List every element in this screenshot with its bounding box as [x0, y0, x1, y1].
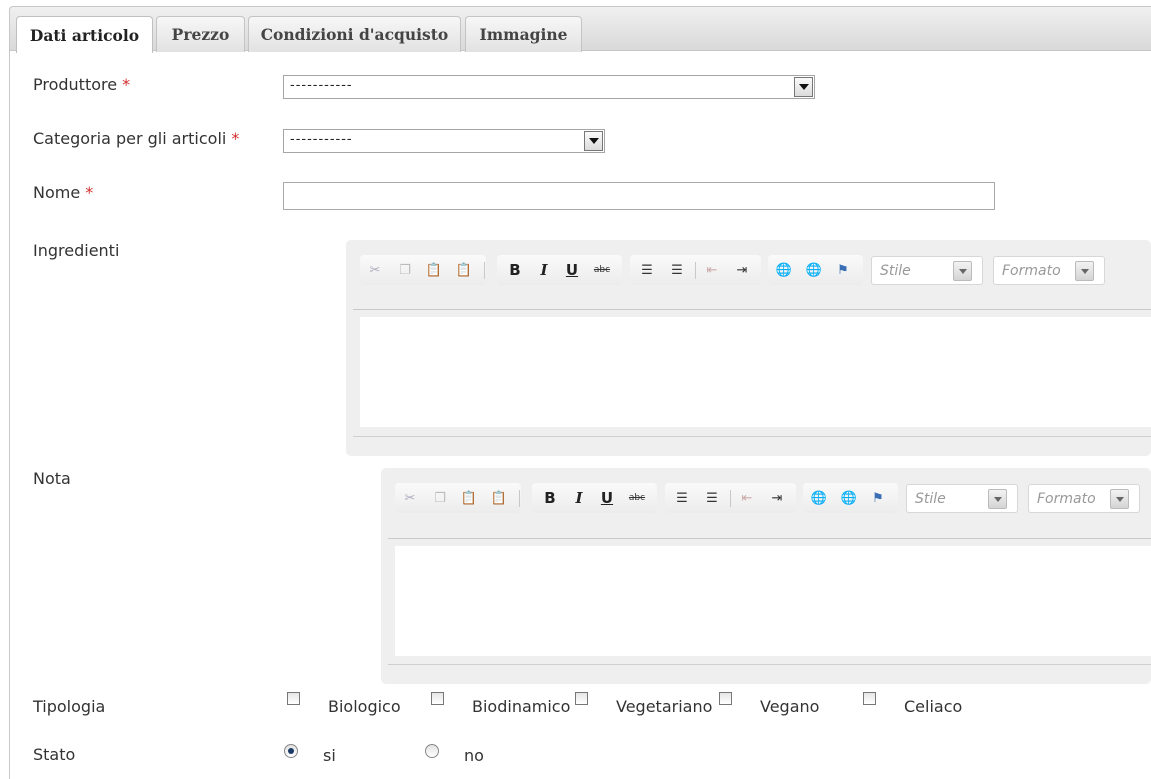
indent-icon[interactable]: ⇥ [731, 260, 753, 280]
underline-icon[interactable]: U [561, 260, 583, 280]
option-label: no [464, 746, 484, 765]
nome-label: Nome * [33, 183, 94, 202]
option-label: Vegano [760, 697, 820, 716]
nota-editor: ✂ ❐ 📋 📋 B I U abc ☰ ☰ ⇤ ⇥ 🌐 🌐 ⚑ Stile Fo… [381, 468, 1151, 684]
paste-word-icon[interactable]: 📋 [453, 260, 475, 280]
italic-icon[interactable]: I [568, 488, 590, 508]
required-marker: * [231, 129, 240, 148]
nome-input[interactable] [283, 182, 995, 210]
clipboard-group: ✂ ❐ 📋 📋 [360, 255, 486, 285]
toolbar-separator [695, 262, 696, 279]
chevron-down-icon[interactable] [1075, 261, 1094, 281]
underline-icon[interactable]: U [596, 488, 618, 508]
tab-prezzo[interactable]: Prezzo [156, 16, 245, 52]
editor-divider [353, 309, 1151, 310]
chevron-down-icon[interactable] [953, 261, 972, 281]
option-label: Biologico [328, 697, 401, 716]
paste-icon[interactable]: 📋 [458, 488, 480, 508]
list-indent-group: ☰ ☰ ⇤ ⇥ [630, 255, 761, 285]
numbered-list-icon[interactable]: ☰ [636, 260, 658, 280]
ingredienti-editor-area[interactable] [360, 317, 1151, 427]
required-marker: * [122, 75, 131, 94]
anchor-flag-icon[interactable]: ⚑ [832, 260, 854, 280]
style-combo-text: Stile [915, 491, 946, 507]
chevron-down-icon[interactable] [1110, 489, 1129, 509]
tipologia-label: Tipologia [33, 697, 106, 716]
nota-editor-area[interactable] [395, 546, 1151, 656]
bold-icon[interactable]: B [504, 260, 526, 280]
strikethrough-icon[interactable]: abc [591, 260, 613, 280]
dropdown-arrow-icon[interactable] [794, 77, 813, 97]
toolbar-separator [519, 490, 520, 507]
paste-icon[interactable]: 📋 [423, 260, 445, 280]
editor-toolbar: ✂ ❐ 📋 📋 B I U abc ☰ ☰ ⇤ ⇥ 🌐 🌐 ⚑ Stile Fo… [360, 255, 1151, 285]
nota-label: Nota [33, 469, 71, 488]
outdent-icon[interactable]: ⇤ [701, 260, 723, 280]
links-group: 🌐 🌐 ⚑ [803, 483, 898, 513]
produttore-select[interactable]: ----------- [283, 75, 815, 99]
checkbox-vegano[interactable] [719, 692, 732, 705]
editor-bottom-divider [388, 664, 1151, 665]
numbered-list-icon[interactable]: ☰ [671, 488, 693, 508]
copy-icon[interactable]: ❐ [429, 488, 451, 508]
cut-icon[interactable]: ✂ [364, 260, 386, 280]
tab-dati-articolo[interactable]: Dati articolo [16, 16, 153, 53]
outdent-icon[interactable]: ⇤ [736, 488, 758, 508]
format-combo-text: Formato [1002, 263, 1061, 279]
dropdown-arrow-icon[interactable] [584, 131, 603, 151]
style-combo-text: Stile [880, 263, 911, 279]
unlink-icon[interactable]: 🌐 [803, 260, 825, 280]
basicstyles-group: B I U abc [497, 255, 622, 285]
toolbar-separator [484, 262, 485, 279]
produttore-value: ----------- [290, 78, 353, 93]
checkbox-celiaco[interactable] [863, 692, 876, 705]
bulleted-list-icon[interactable]: ☰ [666, 260, 688, 280]
editor-toolbar: ✂ ❐ 📋 📋 B I U abc ☰ ☰ ⇤ ⇥ 🌐 🌐 ⚑ Stile Fo… [395, 483, 1151, 513]
categoria-label: Categoria per gli articoli * [33, 129, 240, 148]
chevron-down-icon[interactable] [988, 489, 1007, 509]
ingredienti-editor: ✂ ❐ 📋 📋 B I U abc ☰ ☰ ⇤ ⇥ 🌐 🌐 ⚑ Stile Fo… [346, 240, 1151, 456]
basicstyles-group: B I U abc [532, 483, 657, 513]
toolbar-separator [730, 490, 731, 507]
indent-icon[interactable]: ⇥ [766, 488, 788, 508]
editor-bottom-divider [353, 436, 1151, 437]
strikethrough-icon[interactable]: abc [626, 488, 648, 508]
option-label: si [323, 746, 336, 765]
clipboard-group: ✂ ❐ 📋 📋 [395, 483, 521, 513]
bold-icon[interactable]: B [539, 488, 561, 508]
option-label: Biodinamico [472, 697, 571, 716]
italic-icon[interactable]: I [533, 260, 555, 280]
categoria-value: ----------- [290, 132, 353, 147]
option-label: Celiaco [904, 697, 963, 716]
format-combo-text: Formato [1037, 491, 1096, 507]
ingredienti-label: Ingredienti [33, 241, 120, 260]
copy-icon[interactable]: ❐ [394, 260, 416, 280]
checkbox-biologico[interactable] [287, 692, 300, 705]
unlink-icon[interactable]: 🌐 [838, 488, 860, 508]
links-group: 🌐 🌐 ⚑ [768, 255, 863, 285]
list-indent-group: ☰ ☰ ⇤ ⇥ [665, 483, 796, 513]
tab-condizioni-acquisto[interactable]: Condizioni d'acquisto [248, 16, 461, 52]
style-combo[interactable]: Stile [871, 256, 983, 285]
bulleted-list-icon[interactable]: ☰ [701, 488, 723, 508]
style-combo[interactable]: Stile [906, 484, 1018, 513]
radio-si[interactable] [284, 744, 298, 758]
link-icon[interactable]: 🌐 [773, 260, 795, 280]
required-marker: * [85, 183, 94, 202]
format-combo[interactable]: Formato [1028, 484, 1140, 513]
link-icon[interactable]: 🌐 [808, 488, 830, 508]
cut-icon[interactable]: ✂ [399, 488, 421, 508]
tab-immagine[interactable]: Immagine [465, 16, 582, 52]
categoria-select[interactable]: ----------- [283, 129, 605, 153]
anchor-flag-icon[interactable]: ⚑ [867, 488, 889, 508]
paste-word-icon[interactable]: 📋 [488, 488, 510, 508]
checkbox-vegetariano[interactable] [575, 692, 588, 705]
stato-label: Stato [33, 745, 76, 764]
checkbox-biodinamico[interactable] [431, 692, 444, 705]
editor-divider [388, 538, 1151, 539]
format-combo[interactable]: Formato [993, 256, 1105, 285]
radio-no[interactable] [425, 744, 439, 758]
option-label: Vegetariano [616, 697, 713, 716]
produttore-label: Produttore * [33, 75, 131, 94]
